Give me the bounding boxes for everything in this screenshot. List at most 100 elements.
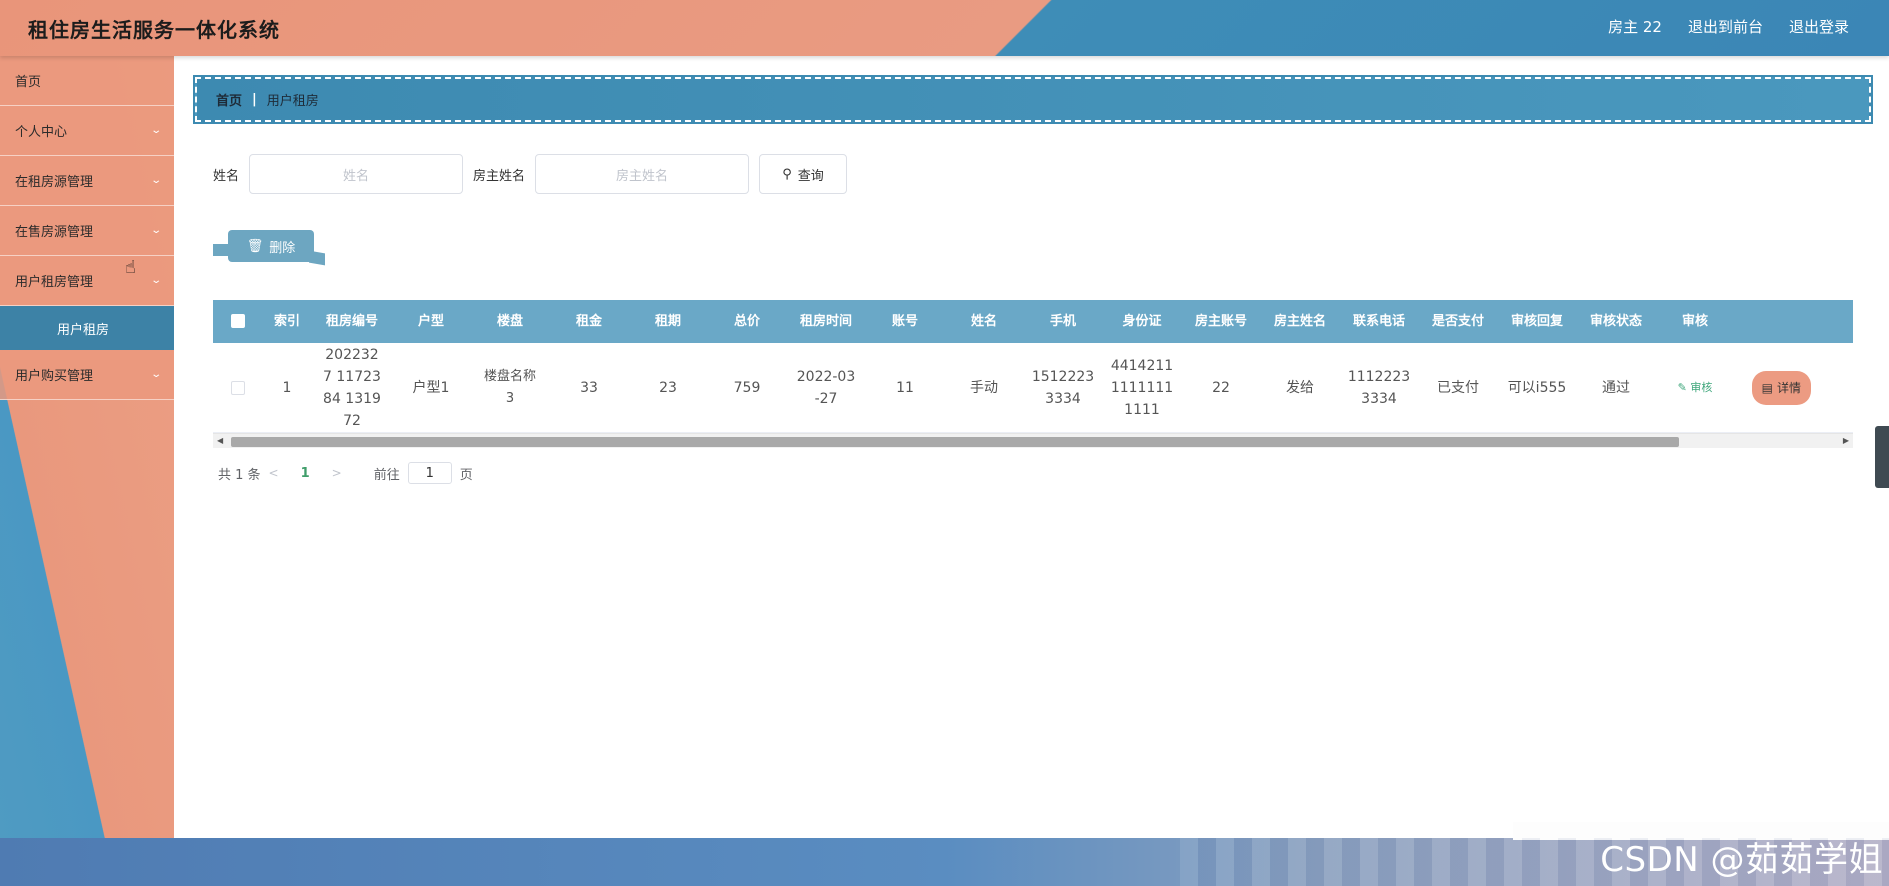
table-header-row: 索引 租房编号 户型 楼盘 租金 租期 总价 租房时间 账号 姓名 手机 身份证… — [213, 300, 1853, 343]
column-header: 联系电话 — [1352, 313, 1405, 329]
breadcrumb-home[interactable]: 首页 — [216, 90, 242, 109]
search-bar: 姓名 姓名 房主姓名 房主姓名 ⚲ 查询 — [213, 154, 848, 194]
cell-rent-no: 2022327 1172384 131972 — [323, 346, 381, 429]
column-header: 索引 — [273, 313, 300, 329]
cell-owner-name: 发给 — [1286, 379, 1314, 396]
pagination: 共 1 条 < 1 > 前往 1 页 — [218, 462, 473, 484]
trash-icon: 🗑 — [246, 238, 264, 254]
sidebar-item-user-purchase-mgmt[interactable]: 用户购买管理 ⌄ — [0, 350, 174, 400]
cell-actions: ▤ 详情 — [1733, 370, 1811, 405]
next-page-icon[interactable]: > — [332, 466, 342, 480]
sidebar-item-label: 个人中心 — [15, 125, 68, 140]
goto-suffix: 页 — [459, 467, 473, 483]
chevron-down-icon: ⌄ — [149, 125, 162, 136]
column-header: 手机 — [1049, 313, 1076, 329]
cell-period: 23 — [659, 379, 677, 396]
goto-page-input[interactable]: 1 — [407, 462, 452, 484]
header-actions: 房主 22 退出到前台 退出登录 — [1608, 16, 1849, 37]
sidebar-item-label: 用户购买管理 — [15, 369, 94, 384]
sidebar-item-home[interactable]: 首页 — [0, 56, 174, 106]
delete-button[interactable]: 🗑 删除 — [228, 230, 314, 262]
column-header: 租期 — [654, 313, 681, 329]
sidebar: 首页 个人中心 ⌄ 在租房源管理 ⌄ 在售房源管理 ⌄ 用户租房管理 ⌄ 用户租… — [0, 56, 174, 838]
sidebar-item-rental-listings[interactable]: 在租房源管理 ⌄ — [0, 156, 174, 206]
scroll-left-arrow-icon[interactable]: ◀ — [217, 436, 223, 445]
cell-status: 通过 — [1602, 379, 1630, 396]
total-count: 共 1 条 — [218, 467, 261, 483]
cell-id-card: 4414211 1111111 1111 — [1110, 357, 1174, 418]
prev-page-icon[interactable]: < — [269, 466, 279, 480]
rental-table: 索引 租房编号 户型 楼盘 租金 租期 总价 租房时间 账号 姓名 手机 身份证… — [213, 300, 1853, 446]
owner-name-label: 房主姓名 — [473, 168, 526, 184]
query-button[interactable]: ⚲ 查询 — [759, 154, 848, 194]
cell-index: 1 — [282, 379, 292, 396]
delete-button-label: 删除 — [269, 240, 296, 256]
column-header: 审核状态 — [1589, 313, 1642, 329]
cell-owner-account: 22 — [1212, 379, 1230, 396]
table-row[interactable]: 1 2022327 1172384 131972 户型1 楼盘名称 3 33 2… — [213, 343, 1853, 433]
logout-link[interactable]: 退出登录 — [1789, 16, 1849, 37]
column-header: 租金 — [575, 313, 602, 329]
goto-prefix: 前往 — [373, 467, 400, 483]
page-number[interactable]: 1 — [301, 466, 310, 481]
column-header: 房主姓名 — [1273, 313, 1326, 329]
detail-button-label: 详情 — [1776, 380, 1801, 395]
column-header: 总价 — [733, 313, 760, 329]
select-all-checkbox[interactable] — [231, 314, 245, 328]
column-header: 户型 — [417, 313, 444, 329]
cell-phone: 1512223 3334 — [1031, 368, 1095, 407]
audit-link-label: 审核 — [1690, 381, 1713, 394]
top-header: 租住房生活服务一体化系统 房主 22 退出到前台 退出登录 — [0, 0, 1889, 56]
sidebar-item-label: 在租房源管理 — [15, 175, 94, 190]
row-checkbox[interactable] — [231, 380, 245, 395]
name-label: 姓名 — [213, 168, 240, 184]
select-all-cell — [213, 311, 263, 333]
row-select-cell — [213, 377, 263, 399]
sidebar-item-personal-center[interactable]: 个人中心 ⌄ — [0, 106, 174, 156]
current-user[interactable]: 房主 22 — [1608, 16, 1662, 37]
edit-icon: ✎ — [1677, 381, 1687, 394]
sidebar-item-label: 在售房源管理 — [15, 225, 94, 240]
sidebar-item-label: 用户租房管理 — [15, 275, 94, 290]
column-header: 账号 — [891, 313, 918, 329]
cell-account: 11 — [896, 379, 914, 396]
column-header: 审核 — [1681, 313, 1708, 329]
cell-name: 手动 — [970, 379, 998, 396]
column-header: 租房编号 — [325, 313, 378, 329]
cell-paid: 已支付 — [1437, 379, 1479, 396]
chevron-down-icon: ⌄ — [149, 225, 162, 236]
column-header: 审核回复 — [1510, 313, 1563, 329]
cell-rent: 33 — [580, 379, 598, 396]
cell-total: 759 — [733, 379, 761, 396]
delete-button-wrapper: 🗑 删除 — [213, 228, 328, 266]
column-header: 租房时间 — [799, 313, 852, 329]
scroll-right-arrow-icon[interactable]: ▶ — [1843, 436, 1849, 445]
side-collapse-tab[interactable] — [1875, 426, 1889, 488]
sidebar-item-user-rental-mgmt[interactable]: 用户租房管理 ⌄ — [0, 256, 174, 306]
query-button-label: 查询 — [797, 168, 824, 184]
owner-name-search-input[interactable]: 房主姓名 — [535, 154, 750, 194]
back-to-front-link[interactable]: 退出到前台 — [1688, 16, 1763, 37]
audit-link[interactable]: ✎ 审核 — [1678, 381, 1713, 394]
sidebar-subitem-user-rental[interactable]: 用户租房 — [0, 306, 174, 350]
watermark: CSDN @茹茹学姐 — [1600, 840, 1883, 880]
chevron-down-icon: ⌄ — [149, 369, 162, 380]
sidebar-item-sale-listings[interactable]: 在售房源管理 ⌄ — [0, 206, 174, 256]
detail-button[interactable]: ▤ 详情 — [1751, 370, 1811, 405]
cell-reply: 可以i555 — [1507, 379, 1567, 396]
pointer-hand-icon: ☝ — [125, 257, 136, 278]
chevron-down-icon: ⌄ — [149, 175, 162, 186]
scrollbar-thumb[interactable] — [231, 437, 1679, 447]
sidebar-item-label: 用户租房 — [57, 322, 110, 338]
horizontal-scrollbar[interactable]: ◀ ▶ — [213, 433, 1853, 448]
search-icon: ⚲ — [782, 166, 792, 182]
chevron-down-icon: ⌄ — [149, 275, 162, 286]
name-search-input[interactable]: 姓名 — [249, 154, 464, 194]
column-header: 姓名 — [970, 313, 997, 329]
cell-building: 楼盘名称 3 — [483, 368, 536, 406]
cell-audit: ✎ 审核 — [1657, 376, 1733, 399]
breadcrumb: 首页 | 用户租房 — [193, 75, 1873, 124]
column-header: 是否支付 — [1431, 313, 1484, 329]
column-header: 房主账号 — [1194, 313, 1247, 329]
cell-contact: 1112223 3334 — [1347, 368, 1411, 407]
